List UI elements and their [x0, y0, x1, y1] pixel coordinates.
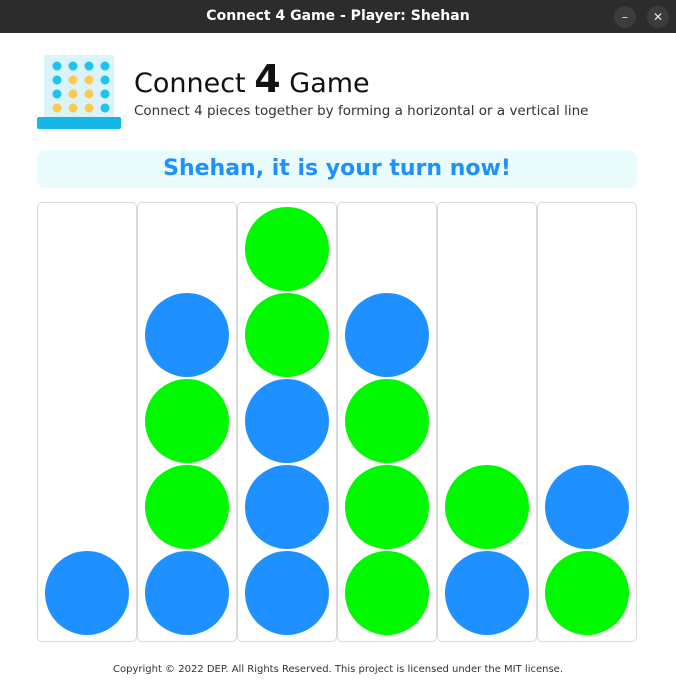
- blue-piece: [245, 465, 329, 549]
- green-piece: [545, 551, 629, 635]
- minimize-icon[interactable]: –: [614, 6, 636, 28]
- logo-yellow-dot: [68, 75, 78, 85]
- turn-banner: Shehan, it is your turn now!: [37, 150, 637, 188]
- logo-yellow-dot: [68, 89, 78, 99]
- green-piece: [145, 465, 229, 549]
- logo-yellow-dot: [84, 89, 94, 99]
- logo-yellow-dot: [84, 75, 94, 85]
- page-subtitle: Connect 4 pieces together by forming a h…: [134, 103, 589, 119]
- logo-blue-dot: [52, 75, 62, 85]
- close-icon[interactable]: ✕: [647, 6, 669, 28]
- board-column-2[interactable]: [137, 202, 237, 642]
- blue-piece: [145, 551, 229, 635]
- window-titlebar: Connect 4 Game - Player: Shehan – ✕: [0, 0, 676, 33]
- green-piece: [445, 465, 529, 549]
- page-title: Connect 4 Game: [134, 57, 370, 101]
- footer-copyright: Copyright © 2022 DEP. All Rights Reserve…: [113, 664, 563, 675]
- title-number: 4: [254, 57, 281, 101]
- green-piece: [345, 379, 429, 463]
- blue-piece: [245, 551, 329, 635]
- blue-piece: [345, 293, 429, 377]
- green-piece: [245, 207, 329, 291]
- board-column-4[interactable]: [337, 202, 437, 642]
- logo-blue-dot: [100, 61, 110, 71]
- logo-yellow-dot: [52, 103, 62, 113]
- blue-piece: [445, 551, 529, 635]
- turn-message: Shehan, it is your turn now!: [163, 156, 511, 181]
- connect4-grid-icon: [37, 55, 121, 129]
- board-column-6[interactable]: [537, 202, 637, 642]
- green-piece: [245, 293, 329, 377]
- logo-blue-dot: [68, 61, 78, 71]
- title-prefix: Connect: [134, 68, 246, 99]
- logo-blue-dot: [100, 103, 110, 113]
- logo-blue-dot: [100, 89, 110, 99]
- logo-blue-dot: [52, 89, 62, 99]
- logo-yellow-dot: [84, 103, 94, 113]
- blue-piece: [545, 465, 629, 549]
- green-piece: [345, 551, 429, 635]
- window-title: Connect 4 Game - Player: Shehan: [206, 8, 470, 24]
- blue-piece: [145, 293, 229, 377]
- title-suffix: Game: [289, 68, 370, 99]
- logo-blue-dot: [100, 75, 110, 85]
- logo-blue-dot: [52, 61, 62, 71]
- green-piece: [145, 379, 229, 463]
- blue-piece: [245, 379, 329, 463]
- green-piece: [345, 465, 429, 549]
- logo-blue-dot: [84, 61, 94, 71]
- board-column-3[interactable]: [237, 202, 337, 642]
- blue-piece: [45, 551, 129, 635]
- board-column-5[interactable]: [437, 202, 537, 642]
- board-column-1[interactable]: [37, 202, 137, 642]
- game-board: [37, 202, 637, 642]
- logo-yellow-dot: [68, 103, 78, 113]
